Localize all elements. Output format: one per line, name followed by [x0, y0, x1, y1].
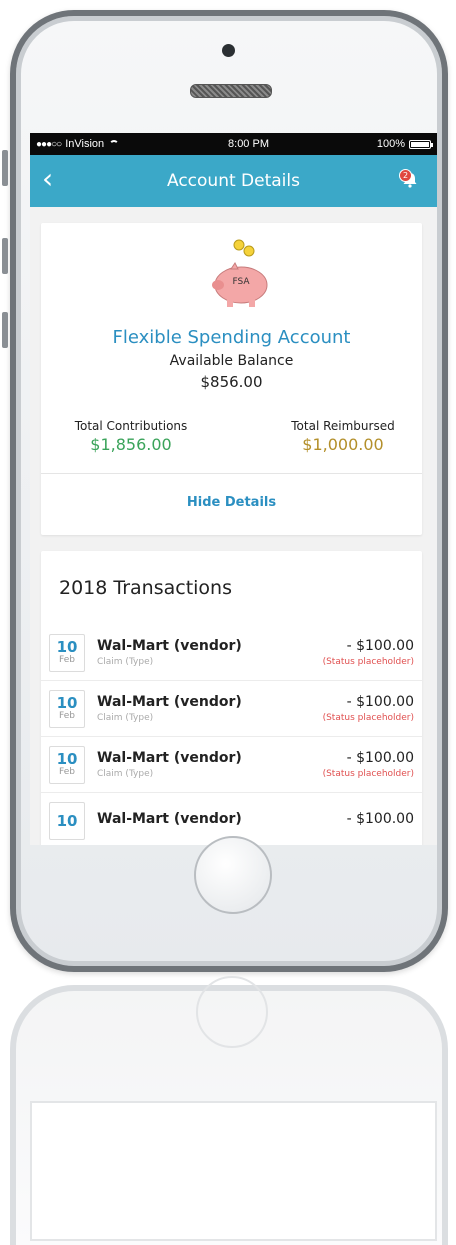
divider	[41, 473, 422, 474]
total-reimbursed-value: $1,000.00	[302, 435, 384, 454]
transaction-status: (Status placeholder)	[322, 713, 414, 723]
transaction-row[interactable]: 10 Feb Wal-Mart (vendor) Claim (Type) - $100…	[41, 736, 422, 792]
transaction-amount: - $100.00	[346, 811, 414, 827]
hide-details-button[interactable]: Hide Details	[41, 495, 422, 510]
back-button[interactable]: ‹	[42, 165, 53, 193]
transaction-row[interactable]: 10 Feb Wal-Mart (vendor) Claim (Type) - $100…	[41, 625, 422, 680]
transactions-list: 10 Feb Wal-Mart (vendor) Claim (Type) - $100…	[41, 625, 422, 845]
total-reimbursed-label: Total Reimbursed	[291, 419, 395, 433]
notifications-button[interactable]: 2	[397, 167, 423, 193]
earpiece-speaker	[190, 84, 272, 98]
piggy-bank-icon	[212, 239, 268, 307]
transactions-title: 2018 Transactions	[59, 577, 232, 599]
page-title: Account Details	[167, 171, 300, 191]
transaction-amount: - $100.00	[346, 694, 414, 710]
home-button-reflection	[196, 976, 268, 1048]
transaction-row[interactable]: 10 Feb Wal-Mart (vendor) Claim (Type) - $100…	[41, 680, 422, 736]
date-day: 10	[56, 694, 78, 712]
transaction-status: (Status placeholder)	[322, 769, 414, 779]
screen-reflection	[30, 1101, 437, 1241]
mute-switch	[2, 150, 8, 186]
transaction-vendor: Wal-Mart (vendor)	[97, 750, 242, 766]
carrier-label: InVision	[65, 138, 105, 150]
volume-down-button	[2, 312, 8, 348]
transaction-vendor: Wal-Mart (vendor)	[97, 694, 242, 710]
date-box: 10 Feb	[49, 745, 85, 784]
status-bar: ●●●○○ InVision 8:00 PM 100%	[30, 133, 437, 155]
nav-bar: ‹ Account Details 2	[30, 155, 437, 207]
notification-badge: 2	[399, 169, 412, 182]
transactions-card: 2018 Transactions 10 Feb Wal-Mart (vendor)…	[41, 551, 422, 845]
available-balance-value: $856.00	[200, 373, 263, 391]
date-month: Feb	[59, 711, 75, 721]
date-day: 10	[56, 811, 78, 830]
status-time: 8:00 PM	[228, 138, 269, 150]
date-month: Feb	[59, 767, 75, 777]
date-day: 10	[56, 638, 78, 656]
date-box: 10	[49, 801, 85, 840]
battery-percent: 100%	[376, 138, 405, 150]
date-box: 10 Feb	[49, 689, 85, 728]
transaction-status: (Status placeholder)	[322, 657, 414, 667]
app-screen: ●●●○○ InVision 8:00 PM 100% ‹ Account De…	[30, 133, 437, 845]
transaction-type: Claim (Type)	[97, 657, 154, 667]
available-balance-label: Available Balance	[169, 353, 294, 369]
wifi-icon	[108, 139, 120, 149]
date-month: Feb	[59, 655, 75, 665]
account-name: Flexible Spending Account	[112, 327, 351, 348]
total-contributions-value: $1,856.00	[90, 435, 172, 454]
date-day: 10	[56, 750, 78, 768]
piggy-label: FSA	[232, 277, 250, 287]
transaction-vendor: Wal-Mart (vendor)	[97, 811, 242, 827]
signal-strength-icon: ●●●○○	[36, 138, 62, 150]
home-button[interactable]	[194, 836, 272, 914]
transaction-type: Claim (Type)	[97, 769, 154, 779]
total-contributions-label: Total Contributions	[74, 419, 188, 433]
transaction-vendor: Wal-Mart (vendor)	[97, 638, 242, 654]
volume-up-button	[2, 238, 8, 274]
account-summary-card: FSA Flexible Spending Account Available …	[41, 223, 422, 535]
transaction-amount: - $100.00	[346, 638, 414, 654]
battery-icon	[409, 139, 433, 149]
transaction-type: Claim (Type)	[97, 713, 154, 723]
date-box: 10 Feb	[49, 633, 85, 672]
front-camera	[222, 44, 235, 57]
transaction-amount: - $100.00	[346, 750, 414, 766]
